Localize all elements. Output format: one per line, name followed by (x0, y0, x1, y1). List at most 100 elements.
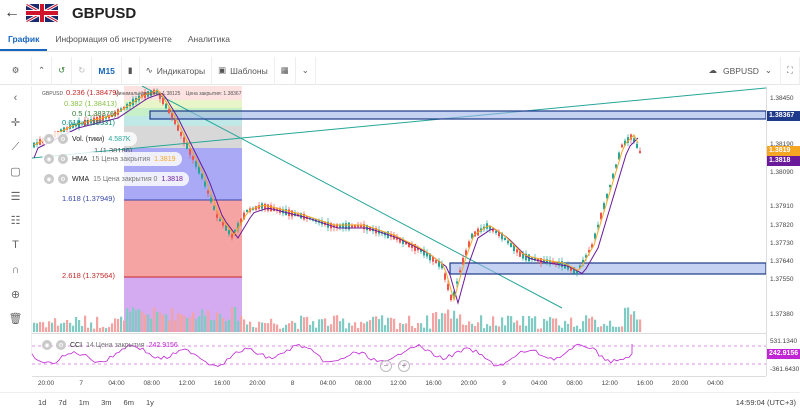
calendar-icon[interactable]: ▦ (275, 56, 296, 85)
zoom-icon[interactable]: ⊕ (0, 282, 32, 307)
price-chart-canvas[interactable] (32, 86, 766, 332)
redo-icon[interactable]: ↻ (72, 56, 93, 85)
cloud-icon: ☁ (708, 65, 718, 75)
hma-legend[interactable]: ◉ ⚙ HMA 15 Цена закрытия 1.3819 (42, 152, 182, 166)
volume-bar (228, 319, 231, 332)
candle-type-icon[interactable]: ▮ (122, 56, 140, 85)
vol-legend[interactable]: ◉ ⚙ Vol. (тики) 4.587K (42, 132, 137, 146)
info-close-value: 1.38367 (223, 91, 242, 97)
volume-bar (582, 321, 585, 332)
time-tick: 16:00 (214, 380, 231, 387)
text-icon[interactable]: T (0, 233, 32, 258)
back-arrow-icon[interactable]: ← (0, 4, 24, 22)
tab-instrument-info[interactable]: Информация об инструменте (47, 34, 180, 51)
time-axis[interactable]: 20:00 7 04:00 08:00 12:00 16:00 20:00 8 04:00 08:… (32, 376, 766, 390)
volume-bar (324, 318, 327, 332)
volume-bar (93, 328, 96, 332)
time-tick: 20:00 (460, 380, 477, 387)
volume-bar (588, 318, 591, 332)
volume-bar (534, 316, 537, 332)
resistance-zone[interactable] (149, 110, 766, 120)
price-axis[interactable]: 1.38450 1.38190 1.38090 1.37910 1.37820 … (766, 86, 800, 376)
candle-body (450, 294, 452, 301)
fullscreen-icon[interactable]: ⛶ (780, 56, 800, 85)
crosshair-icon[interactable]: ✛ (0, 111, 32, 136)
tab-analytics[interactable]: Аналитика (180, 34, 238, 51)
tab-bar: График Информация об инструменте Аналити… (0, 26, 800, 52)
settings-icon[interactable]: ⚙ (58, 154, 68, 164)
time-tick: 16:00 (636, 380, 654, 387)
templates-button[interactable]: ▣ Шаблоны (212, 56, 275, 85)
range-1d-button[interactable]: 1d (32, 398, 52, 407)
volume-bar (105, 328, 108, 332)
volume-bar (81, 325, 84, 332)
volume-bar (279, 328, 282, 332)
eye-icon[interactable]: ◉ (44, 154, 54, 164)
settings-icon[interactable]: ⚙ (58, 174, 68, 184)
collapse-up-icon[interactable]: ⌃ (32, 56, 53, 85)
volume-bar (393, 318, 396, 332)
wma-legend[interactable]: ◉ ⚙ WMA 15 Цена закрытия 0 1.3818 (42, 172, 189, 186)
symbol-select[interactable]: ☁ GBPUSD ⌄ (701, 65, 781, 76)
volume-bar (78, 320, 81, 332)
trash-icon[interactable]: 🗑 (0, 307, 32, 332)
volume-bar (477, 322, 480, 332)
candle-body (495, 230, 497, 234)
volume-bar (543, 318, 546, 332)
fibonacci-icon[interactable]: ☰ (0, 184, 32, 209)
volume-bar (618, 326, 621, 332)
rectangle-icon[interactable]: ▢ (0, 160, 32, 185)
zoom-in-icon[interactable]: + (398, 360, 410, 372)
eye-icon[interactable]: ◉ (44, 174, 54, 184)
hma-name: HMA (72, 155, 88, 163)
trendline-icon[interactable]: ⟋ (0, 135, 32, 160)
range-1y-button[interactable]: 1y (140, 398, 160, 407)
settings-icon[interactable]: ⚙ (58, 134, 68, 144)
range-3m-button[interactable]: 3m (95, 398, 117, 407)
eye-icon[interactable]: ◉ (42, 340, 52, 350)
support-zone[interactable] (449, 262, 766, 275)
volume-bar (528, 316, 531, 332)
cci-tick: 531.1340 (770, 338, 798, 345)
vol-name: Vol. (тики) (72, 135, 105, 143)
settings-gear-icon[interactable]: ⚙ (0, 56, 32, 85)
eye-icon[interactable]: ◉ (44, 134, 54, 144)
indicators-button[interactable]: ∿ Индикаторы (140, 56, 213, 85)
volume-bar (270, 318, 273, 332)
price-chart[interactable]: GBPUSD Минимальная цена: 1.38125 Цена за… (32, 86, 766, 332)
vol-value: 4.587K (108, 135, 131, 143)
range-6m-button[interactable]: 6m (118, 398, 140, 407)
chevron-down-icon[interactable]: ⌄ (296, 56, 316, 85)
volume-bar (330, 324, 333, 332)
tab-chart[interactable]: График (0, 34, 48, 51)
volume-bar (576, 325, 579, 332)
hma-value: 1.3819 (154, 155, 176, 163)
time-tick: 08:00 (143, 380, 160, 387)
price-tick: 1.37380 (770, 311, 794, 318)
collapse-left-icon[interactable]: ‹ (0, 86, 32, 111)
pattern-icon[interactable]: ☷ (0, 209, 32, 234)
candle-body (216, 214, 218, 218)
volume-bar (84, 315, 87, 332)
undo-icon[interactable]: ↺ (52, 56, 73, 85)
volume-bar (531, 318, 534, 332)
zoom-out-icon[interactable]: − (380, 360, 392, 372)
info-min-value: 1.38125 (162, 91, 181, 97)
magnet-icon[interactable]: ∩ (0, 258, 32, 283)
fib-label-05: 0.5 (1.38376) (72, 109, 117, 118)
volume-bar (174, 320, 177, 332)
range-7d-button[interactable]: 7d (52, 398, 72, 407)
volume-bar (480, 315, 483, 332)
volume-bar (252, 326, 255, 332)
volume-bar (42, 322, 45, 332)
volume-bar (45, 327, 48, 332)
cci-legend[interactable]: ◉ ⚙ CCI 14 Цена закрытия 242.9156 (42, 340, 178, 350)
volume-bar (39, 322, 42, 332)
range-1m-button[interactable]: 1m (73, 398, 95, 407)
interval-select[interactable]: M15 (92, 56, 122, 85)
candle-body (606, 193, 608, 199)
volume-bar (555, 318, 558, 332)
volume-bar (348, 322, 351, 332)
cci-pane[interactable]: ◉ ⚙ CCI 14 Цена закрытия 242.9156 − + (32, 333, 766, 376)
settings-icon[interactable]: ⚙ (56, 340, 66, 350)
